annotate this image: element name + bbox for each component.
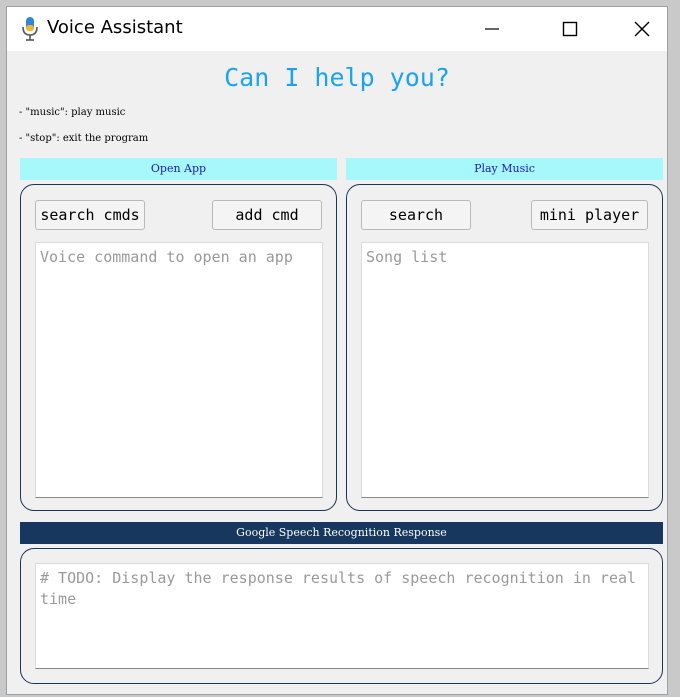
search-cmds-button[interactable]: search cmds [35, 200, 145, 230]
maximize-button[interactable] [547, 7, 593, 51]
minimize-button[interactable] [469, 7, 515, 51]
search-button[interactable]: search [361, 200, 471, 230]
title-bar[interactable]: Voice Assistant [7, 7, 667, 51]
add-cmd-button[interactable]: add cmd [212, 200, 322, 230]
window-title: Voice Assistant [47, 17, 183, 38]
play-music-label: Play Music [346, 158, 663, 180]
song-list-textarea[interactable]: Song list [361, 242, 649, 498]
close-button[interactable] [619, 7, 665, 51]
maximize-icon [562, 21, 578, 37]
page-heading: Can I help you? [224, 63, 450, 92]
speech-response-textarea[interactable]: # TODO: Display the response results of … [35, 563, 649, 669]
hint-music: - "music": play music [19, 107, 126, 118]
mini-player-button[interactable]: mini player [531, 200, 648, 230]
close-icon [634, 21, 650, 37]
open-app-command-textarea[interactable]: Voice command to open an app [35, 242, 323, 498]
play-music-panel: search mini player Song list [346, 184, 663, 511]
google-response-panel: # TODO: Display the response results of … [20, 548, 663, 684]
minimize-icon [485, 28, 499, 30]
voice-assistant-window: Voice Assistant Can I help you? - "music… [6, 6, 668, 695]
google-speech-label: Google Speech Recognition Response [20, 522, 663, 544]
hint-stop: - "stop": exit the program [19, 133, 149, 144]
open-app-label: Open App [20, 158, 337, 180]
microphone-icon [21, 16, 39, 42]
open-app-panel: search cmds add cmd Voice command to ope… [20, 184, 337, 511]
